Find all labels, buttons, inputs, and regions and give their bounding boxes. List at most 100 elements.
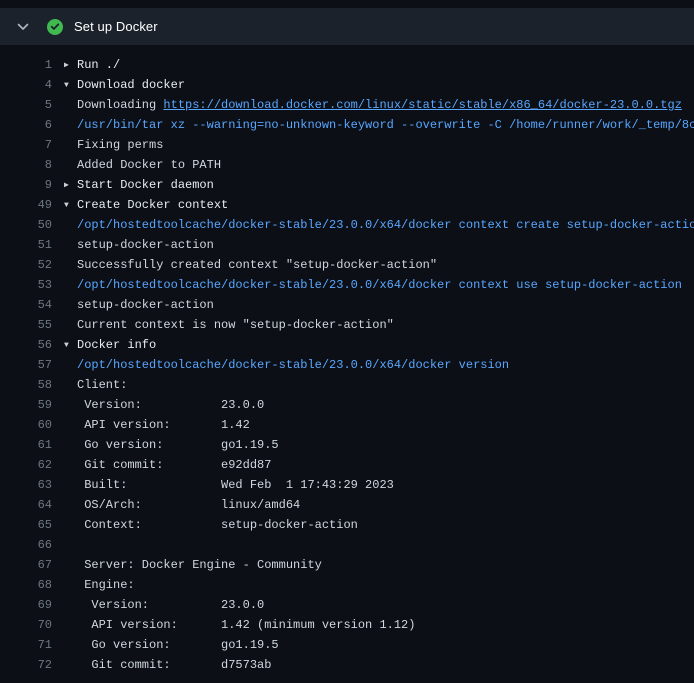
log-line: 8 Added Docker to PATH bbox=[0, 155, 694, 175]
log-line: 5 Downloading https://download.docker.com… bbox=[0, 95, 694, 115]
log-line[interactable]: 9 ▶Start Docker daemon bbox=[0, 175, 694, 195]
log-text: Downloading https://download.docker.com/… bbox=[64, 95, 694, 115]
line-number[interactable]: 51 bbox=[0, 235, 52, 255]
log-text: Git commit: d7573ab bbox=[64, 655, 694, 675]
log-text: Go version: go1.19.5 bbox=[64, 435, 694, 455]
log-line[interactable]: 49 ▼Create Docker context bbox=[0, 195, 694, 215]
line-number[interactable]: 63 bbox=[0, 475, 52, 495]
log-plain-text: Git commit: e92dd87 bbox=[77, 458, 271, 472]
log-line: 66 bbox=[0, 535, 694, 555]
group-collapsed-arrow-icon[interactable]: ▶ bbox=[64, 56, 77, 75]
line-number[interactable]: 7 bbox=[0, 135, 52, 155]
line-number[interactable]: 53 bbox=[0, 275, 52, 295]
line-number[interactable]: 57 bbox=[0, 355, 52, 375]
log-plain-text: Server: Docker Engine - Community bbox=[77, 558, 322, 572]
log-text: Server: Docker Engine - Community bbox=[64, 555, 694, 575]
line-number[interactable]: 64 bbox=[0, 495, 52, 515]
group-expanded-arrow-icon[interactable]: ▼ bbox=[64, 196, 77, 215]
log-line: 54 setup-docker-action bbox=[0, 295, 694, 315]
log-line[interactable]: 56 ▼Docker info bbox=[0, 335, 694, 355]
log-line: 72 Git commit: d7573ab bbox=[0, 655, 694, 675]
log-command-text: /opt/hostedtoolcache/docker-stable/23.0.… bbox=[77, 218, 694, 232]
line-number[interactable]: 66 bbox=[0, 535, 52, 555]
log-text: setup-docker-action bbox=[64, 235, 694, 255]
log-text: ▼Docker info bbox=[64, 335, 694, 355]
log-line: 52 Successfully created context "setup-do… bbox=[0, 255, 694, 275]
line-number[interactable]: 68 bbox=[0, 575, 52, 595]
log-line: 69 Version: 23.0.0 bbox=[0, 595, 694, 615]
line-number[interactable]: 55 bbox=[0, 315, 52, 335]
chevron-down-icon[interactable] bbox=[16, 20, 30, 34]
log-line: 59 Version: 23.0.0 bbox=[0, 395, 694, 415]
line-number[interactable]: 70 bbox=[0, 615, 52, 635]
line-number[interactable]: 1 bbox=[0, 55, 52, 75]
log-line: 65 Context: setup-docker-action bbox=[0, 515, 694, 535]
log-text: Git commit: e92dd87 bbox=[64, 455, 694, 475]
line-number[interactable]: 52 bbox=[0, 255, 52, 275]
group-title: Create Docker context bbox=[77, 198, 228, 212]
log-line[interactable]: 4 ▼Download docker bbox=[0, 75, 694, 95]
log-text: /opt/hostedtoolcache/docker-stable/23.0.… bbox=[64, 215, 694, 235]
log-line: 50/opt/hostedtoolcache/docker-stable/23.… bbox=[0, 215, 694, 235]
group-title: Download docker bbox=[77, 78, 185, 92]
group-expanded-arrow-icon[interactable]: ▼ bbox=[64, 76, 77, 95]
log-plain-text: API version: 1.42 bbox=[77, 418, 250, 432]
log-line: 61 Go version: go1.19.5 bbox=[0, 435, 694, 455]
log-text: Go version: go1.19.5 bbox=[64, 635, 694, 655]
log-line[interactable]: 1▶Run ./ bbox=[0, 55, 694, 75]
log-line: 71 Go version: go1.19.5 bbox=[0, 635, 694, 655]
line-number[interactable]: 6 bbox=[0, 115, 52, 135]
log-text: ▶Start Docker daemon bbox=[64, 175, 694, 195]
line-number[interactable]: 71 bbox=[0, 635, 52, 655]
line-number[interactable]: 56 bbox=[0, 335, 52, 355]
log-line: 57/opt/hostedtoolcache/docker-stable/23.… bbox=[0, 355, 694, 375]
line-number[interactable]: 58 bbox=[0, 375, 52, 395]
log-text: Current context is now "setup-docker-act… bbox=[64, 315, 694, 335]
log-text: /opt/hostedtoolcache/docker-stable/23.0.… bbox=[64, 275, 694, 295]
line-number[interactable]: 60 bbox=[0, 415, 52, 435]
log-plain-text: Added Docker to PATH bbox=[77, 158, 221, 172]
line-number[interactable]: 8 bbox=[0, 155, 52, 175]
line-number[interactable]: 72 bbox=[0, 655, 52, 675]
log-line: 53/opt/hostedtoolcache/docker-stable/23.… bbox=[0, 275, 694, 295]
log-text: API version: 1.42 (minimum version 1.12) bbox=[64, 615, 694, 635]
line-number[interactable]: 59 bbox=[0, 395, 52, 415]
log-line: 68 Engine: bbox=[0, 575, 694, 595]
line-number[interactable]: 49 bbox=[0, 195, 52, 215]
log-text: Successfully created context "setup-dock… bbox=[64, 255, 694, 275]
line-number[interactable]: 50 bbox=[0, 215, 52, 235]
log-link[interactable]: https://download.docker.com/linux/static… bbox=[163, 98, 681, 112]
log-text: Client: bbox=[64, 375, 694, 395]
log-line: 67 Server: Docker Engine - Community bbox=[0, 555, 694, 575]
group-expanded-arrow-icon[interactable]: ▼ bbox=[64, 336, 77, 355]
line-number[interactable]: 61 bbox=[0, 435, 52, 455]
log-text: Version: 23.0.0 bbox=[64, 395, 694, 415]
line-number[interactable]: 54 bbox=[0, 295, 52, 315]
line-number[interactable]: 5 bbox=[0, 95, 52, 115]
log-plain-text: Go version: go1.19.5 bbox=[77, 638, 279, 652]
log-plain-text: API version: 1.42 (minimum version 1.12) bbox=[77, 618, 415, 632]
log-line: 7Fixing perms bbox=[0, 135, 694, 155]
line-number[interactable]: 9 bbox=[0, 175, 52, 195]
log-command-text: /usr/bin/tar xz --warning=no-unknown-key… bbox=[77, 118, 694, 132]
log-text: Context: setup-docker-action bbox=[64, 515, 694, 535]
step-header[interactable]: Set up Docker bbox=[0, 8, 694, 45]
step-title: Set up Docker bbox=[74, 19, 158, 34]
log-line: 58 Client: bbox=[0, 375, 694, 395]
line-number[interactable]: 67 bbox=[0, 555, 52, 575]
log-line: 55 Current context is now "setup-docker-a… bbox=[0, 315, 694, 335]
log-plain-text: setup-docker-action bbox=[77, 298, 214, 312]
line-number[interactable]: 69 bbox=[0, 595, 52, 615]
log-container: 1▶Run ./4▼Download docker5Downloading ht… bbox=[0, 45, 694, 675]
group-title: Start Docker daemon bbox=[77, 178, 214, 192]
log-text: Added Docker to PATH bbox=[64, 155, 694, 175]
actions-log-page: Set up Docker 1▶Run ./4▼Download docker5… bbox=[0, 0, 694, 675]
log-text: OS/Arch: linux/amd64 bbox=[64, 495, 694, 515]
log-plain-text: Version: 23.0.0 bbox=[77, 598, 264, 612]
line-number[interactable]: 62 bbox=[0, 455, 52, 475]
log-plain-text: setup-docker-action bbox=[77, 238, 214, 252]
line-number[interactable]: 4 bbox=[0, 75, 52, 95]
group-collapsed-arrow-icon[interactable]: ▶ bbox=[64, 176, 77, 195]
line-number[interactable]: 65 bbox=[0, 515, 52, 535]
log-text: Engine: bbox=[64, 575, 694, 595]
